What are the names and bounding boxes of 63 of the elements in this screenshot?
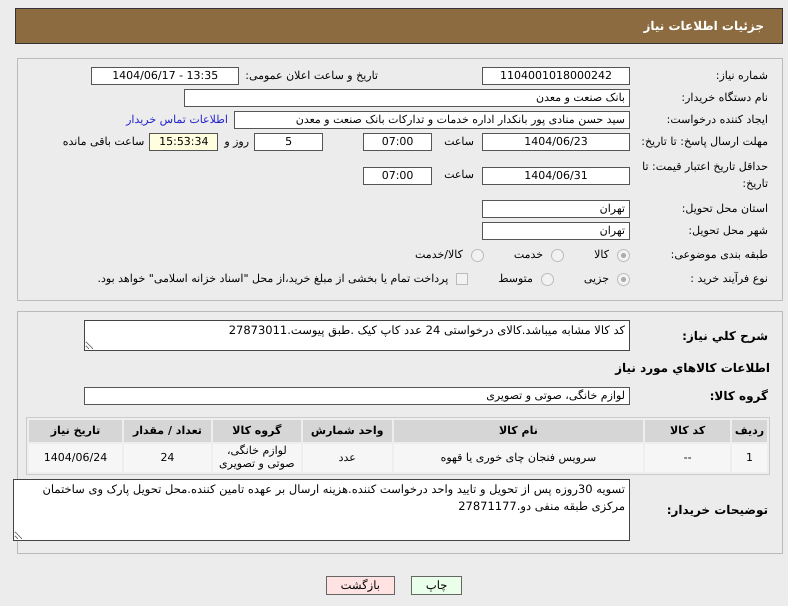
print-button[interactable]: چاپ	[410, 576, 462, 595]
field-label: ساعت	[444, 134, 474, 150]
radio-button[interactable]	[617, 248, 630, 262]
table-cell: سرویس فنجان چای خوری یا قهوه	[394, 444, 644, 472]
field-label: مهلت ارسال پاسخ: تا تاریخ:	[640, 134, 769, 150]
need-number-field: 1104001018000242	[482, 67, 630, 85]
buyer-notes-box[interactable]: تسویه 30روزه پس از تحویل و تایید واحد درخواست کننده.هزینه ارسال بر عهده تامین کننده.محل تحویل پارک وی ساختمان مرکزی طبقه منفی دو.27871177	[13, 479, 630, 541]
goods-group-field: لوازم خانگی، صوتی و تصویری	[84, 387, 630, 405]
remaining-time-field: 15:53:34	[149, 133, 218, 151]
column-header: تعداد / مقدار	[124, 420, 211, 442]
column-header: تاریخ نیاز	[29, 420, 122, 442]
column-header: واحد شمارش	[302, 420, 392, 442]
section-title: اطلاعات کالاهاي مورد نياز	[615, 360, 770, 377]
contact-link[interactable]: اطلاعات تماس خریدار	[126, 112, 228, 128]
column-header: گروه کالا	[212, 420, 301, 442]
field-label: استان محل تحویل:	[680, 200, 769, 217]
table-cell: --	[645, 444, 730, 472]
option-label: کالا	[594, 246, 609, 263]
checkbox-label: پرداخت تمام یا بخشی از مبلغ خرید،از محل "اسناد خزانه اسلامی" خواهد بود.	[98, 270, 448, 287]
days-field: 5	[254, 133, 324, 151]
requester-field: سید حسن منادی پور بانکدار اداره خدمات و تدارکات بانک صنعت و معدن	[234, 111, 630, 129]
column-header: ردیف	[732, 420, 767, 442]
back-button[interactable]: بازگشت	[326, 576, 395, 595]
field-label: نام دستگاه خریدار:	[680, 90, 769, 106]
table-cell: عدد	[302, 444, 392, 472]
announce-date-field: 1404/06/17 - 13:35	[91, 67, 240, 85]
field-label: شرح کلي نياز:	[681, 328, 769, 344]
field-label: ساعت باقی مانده	[62, 134, 144, 150]
checkbox[interactable]	[456, 273, 468, 285]
page-title: جزئیات اطلاعات نیاز	[643, 18, 764, 35]
radio-button[interactable]	[551, 248, 564, 262]
location-field: تهران	[482, 222, 630, 240]
table-cell: 1	[732, 444, 767, 472]
table-cell: 1404/06/24	[29, 444, 122, 472]
field-label: ساعت	[444, 167, 474, 184]
field-label: شهر محل تحویل:	[687, 222, 769, 239]
field-label: گروه کالا:	[708, 388, 769, 405]
radio-button[interactable]	[617, 272, 630, 286]
field-label: توضیحات خریدار:	[666, 502, 769, 519]
description-box[interactable]: کد کالا مشابه میباشد.کالای درخواستی 24 عدد کاپ کیک .طبق پیوست.27873011	[84, 320, 630, 351]
column-header: نام کالا	[394, 420, 644, 442]
time-field: 07:00	[363, 166, 432, 184]
option-label: متوسط	[498, 270, 533, 287]
date-field: 1404/06/23	[482, 133, 630, 151]
field-label: شماره نیاز:	[714, 68, 769, 84]
table-cell: لوازم خانگی، صوتی و تصویری	[212, 444, 301, 472]
field-label: روز و	[224, 134, 250, 150]
option-label: جزیی	[584, 270, 609, 287]
field-label: حداقل تاریخ اعتبار قیمت: تا تاریخ:	[641, 159, 769, 192]
column-header: کد کالا	[645, 420, 730, 442]
option-label: خدمت	[514, 246, 544, 263]
field-label: طبقه بندی موضوعی:	[670, 246, 769, 263]
radio-button[interactable]	[540, 272, 554, 286]
time-field: 07:00	[363, 133, 432, 151]
option-label: کالا/خدمت	[415, 246, 463, 263]
field-label: ایجاد کننده درخواست:	[666, 112, 769, 128]
buyer-org-field: بانک صنعت و معدن	[184, 89, 630, 107]
field-label: نوع فرآیند خرید :	[689, 270, 769, 287]
field-label: تاریخ و ساعت اعلان عمومی:	[245, 68, 378, 84]
table-cell: 24	[124, 444, 211, 472]
location-field: تهران	[482, 200, 630, 218]
radio-button[interactable]	[470, 248, 484, 262]
date-field: 1404/06/31	[482, 166, 630, 184]
